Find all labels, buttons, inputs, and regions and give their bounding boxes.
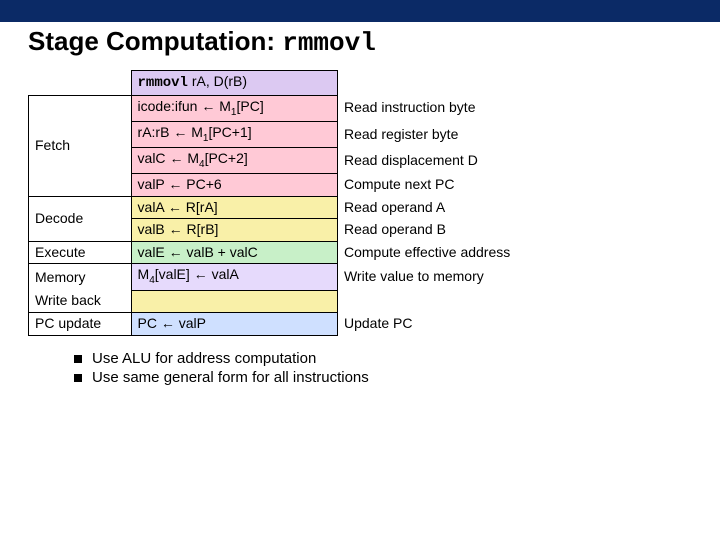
op-fetch2: rA:rB ← M1[PC+1] [131, 121, 337, 147]
op-mid: [valE] [155, 266, 190, 282]
op-rhs: valP [179, 315, 206, 331]
header-op: rmmovl rA, D(rB) [131, 71, 337, 96]
op-fetch3: valC ← M4[PC+2] [131, 148, 337, 174]
op-rhs: valA [212, 266, 239, 282]
desc-fetch3: Read displacement D [337, 148, 687, 174]
stage-decode: Decode [29, 196, 132, 241]
op-pre: M [138, 266, 150, 282]
op-tail: [PC] [236, 98, 263, 114]
op-write-empty [131, 290, 337, 313]
op-lhs: PC [138, 315, 157, 331]
bullet-icon [74, 355, 82, 363]
desc-write-empty [337, 290, 687, 313]
note-text: Use ALU for address computation [92, 350, 316, 367]
desc-mem: Write value to memory [337, 264, 687, 290]
op-exe: valE ← valB + valC [131, 241, 337, 264]
stage-table: rmmovl rA, D(rB) Fetch icode:ifun ← M1[P… [28, 70, 688, 336]
header-rest: rA, D(rB) [188, 73, 247, 89]
desc-fetch1: Read instruction byte [337, 95, 687, 121]
stage-fetch: Fetch [29, 95, 132, 196]
arrow-icon: ← [161, 315, 175, 331]
header-bar [0, 0, 720, 22]
op-tail: [PC+1] [208, 124, 251, 140]
stage-pc: PC update [29, 313, 132, 336]
stage-write: Write back [29, 290, 132, 313]
op-rhs: PC+6 [186, 176, 221, 192]
op-mem: M4[valE] ← valA [131, 264, 337, 290]
note-text: Use same general form for all instructio… [92, 369, 369, 386]
op-pc: PC ← valP [131, 313, 337, 336]
bullet-icon [74, 374, 82, 382]
arrow-icon: ← [194, 266, 208, 282]
note-item: Use same general form for all instructio… [74, 369, 692, 386]
arrow-icon: ← [168, 199, 182, 215]
op-rhs: M [219, 98, 231, 114]
notes-list: Use ALU for address computation Use same… [74, 350, 692, 386]
stage-execute: Execute [29, 241, 132, 264]
arrow-icon: ← [168, 176, 182, 192]
arrow-icon: ← [169, 150, 183, 166]
desc-dec2: Read operand B [337, 219, 687, 242]
op-tail: [PC+2] [205, 150, 248, 166]
op-lhs: valA [138, 199, 164, 215]
op-lhs: valB [138, 221, 165, 237]
empty-cell [337, 71, 687, 96]
op-dec2: valB ← R[rB] [131, 219, 337, 242]
op-rhs: M [191, 124, 203, 140]
op-rhs: valB + valC [187, 244, 258, 260]
desc-pc: Update PC [337, 313, 687, 336]
arrow-icon: ← [201, 98, 215, 114]
op-lhs: valC [138, 150, 166, 166]
arrow-icon: ← [173, 124, 187, 140]
op-dec1: valA ← R[rA] [131, 196, 337, 219]
arrow-icon: ← [169, 244, 183, 260]
arrow-icon: ← [169, 221, 183, 237]
note-item: Use ALU for address computation [74, 350, 692, 367]
stage-memory: Memory [29, 264, 132, 290]
op-fetch4: valP ← PC+6 [131, 174, 337, 197]
op-fetch1: icode:ifun ← M1[PC] [131, 95, 337, 121]
empty-cell [29, 71, 132, 96]
title-mono: rmmovl [282, 28, 376, 58]
title-plain: Stage Computation: [28, 26, 282, 56]
op-rhs: M [187, 150, 199, 166]
op-lhs: rA:rB [138, 124, 170, 140]
desc-fetch4: Compute next PC [337, 174, 687, 197]
header-mono: rmmovl [138, 75, 188, 91]
desc-dec1: Read operand A [337, 196, 687, 219]
op-lhs: valP [138, 176, 165, 192]
op-lhs: valE [138, 244, 165, 260]
op-lhs: icode:ifun [138, 98, 198, 114]
desc-fetch2: Read register byte [337, 121, 687, 147]
op-rhs: R[rB] [187, 221, 219, 237]
op-rhs: R[rA] [186, 199, 218, 215]
desc-exe: Compute effective address [337, 241, 687, 264]
slide-title: Stage Computation: rmmovl [28, 26, 720, 58]
